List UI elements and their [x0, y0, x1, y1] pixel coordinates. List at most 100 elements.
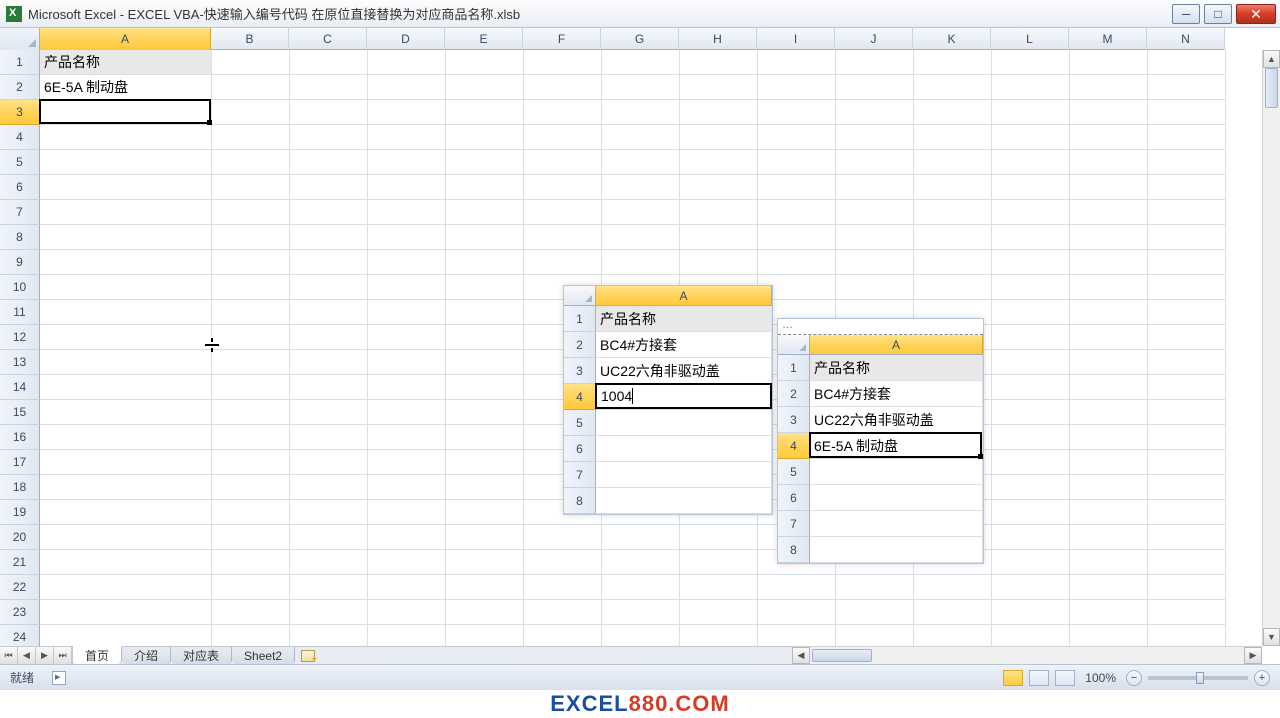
- cell-i2[interactable]: [758, 75, 836, 100]
- cell-m15[interactable]: [1070, 400, 1148, 425]
- cell-b17[interactable]: [212, 450, 290, 475]
- row-header-8[interactable]: 8: [0, 225, 40, 250]
- col-header-f[interactable]: F: [523, 28, 601, 50]
- cell-a8[interactable]: [40, 225, 212, 250]
- mini2-cell-a5[interactable]: [810, 459, 983, 485]
- cell-e5[interactable]: [446, 150, 524, 175]
- mini2-select-all[interactable]: [778, 335, 810, 354]
- row-header-15[interactable]: 15: [0, 400, 40, 425]
- cell-i8[interactable]: [758, 225, 836, 250]
- cell-g8[interactable]: [602, 225, 680, 250]
- cell-l9[interactable]: [992, 250, 1070, 275]
- row-header-6[interactable]: 6: [0, 175, 40, 200]
- cell-g7[interactable]: [602, 200, 680, 225]
- cell-e7[interactable]: [446, 200, 524, 225]
- mini2-row-header-2[interactable]: 2: [778, 381, 810, 407]
- cell-b4[interactable]: [212, 125, 290, 150]
- tab-last-button[interactable]: ⏭: [54, 647, 72, 664]
- col-header-k[interactable]: K: [913, 28, 991, 50]
- cell-n19[interactable]: [1148, 500, 1226, 525]
- cell-a15[interactable]: [40, 400, 212, 425]
- cell-m12[interactable]: [1070, 325, 1148, 350]
- cell-m13[interactable]: [1070, 350, 1148, 375]
- cell-e20[interactable]: [446, 525, 524, 550]
- mini2-cell-a2[interactable]: BC4#方接套: [810, 381, 983, 407]
- cell-d7[interactable]: [368, 200, 446, 225]
- cell-g20[interactable]: [602, 525, 680, 550]
- row-header-23[interactable]: 23: [0, 600, 40, 625]
- cell-n13[interactable]: [1148, 350, 1226, 375]
- cell-h3[interactable]: [680, 100, 758, 125]
- col-header-l[interactable]: L: [991, 28, 1069, 50]
- cell-e16[interactable]: [446, 425, 524, 450]
- cell-d14[interactable]: [368, 375, 446, 400]
- cell-b3[interactable]: [212, 100, 290, 125]
- cell-e1[interactable]: [446, 50, 524, 75]
- mini1-col-header-a[interactable]: A: [596, 286, 772, 305]
- minimize-button[interactable]: ─: [1172, 4, 1200, 24]
- cell-g21[interactable]: [602, 550, 680, 575]
- cell-g1[interactable]: [602, 50, 680, 75]
- cell-f23[interactable]: [524, 600, 602, 625]
- cell-b11[interactable]: [212, 300, 290, 325]
- mini2-row-header-4[interactable]: 4: [778, 433, 810, 459]
- cell-b9[interactable]: [212, 250, 290, 275]
- cell-n7[interactable]: [1148, 200, 1226, 225]
- cell-d5[interactable]: [368, 150, 446, 175]
- cell-m21[interactable]: [1070, 550, 1148, 575]
- row-header-3[interactable]: 3: [0, 100, 40, 125]
- zoom-in-button[interactable]: +: [1254, 670, 1270, 686]
- cell-a3[interactable]: [40, 100, 212, 125]
- cell-n5[interactable]: [1148, 150, 1226, 175]
- cell-k8[interactable]: [914, 225, 992, 250]
- cell-j7[interactable]: [836, 200, 914, 225]
- cell-a19[interactable]: [40, 500, 212, 525]
- cell-b8[interactable]: [212, 225, 290, 250]
- cell-c18[interactable]: [290, 475, 368, 500]
- cell-g22[interactable]: [602, 575, 680, 600]
- cell-a13[interactable]: [40, 350, 212, 375]
- cell-c16[interactable]: [290, 425, 368, 450]
- cell-l21[interactable]: [992, 550, 1070, 575]
- cell-d10[interactable]: [368, 275, 446, 300]
- cell-f7[interactable]: [524, 200, 602, 225]
- cell-f6[interactable]: [524, 175, 602, 200]
- maximize-button[interactable]: □: [1204, 4, 1232, 24]
- cell-c12[interactable]: [290, 325, 368, 350]
- mini1-cell-a5[interactable]: [596, 410, 772, 436]
- cell-l6[interactable]: [992, 175, 1070, 200]
- cell-m2[interactable]: [1070, 75, 1148, 100]
- cell-h22[interactable]: [680, 575, 758, 600]
- cell-b14[interactable]: [212, 375, 290, 400]
- cell-d9[interactable]: [368, 250, 446, 275]
- cell-j8[interactable]: [836, 225, 914, 250]
- tab-next-button[interactable]: ▶: [36, 647, 54, 664]
- cell-c1[interactable]: [290, 50, 368, 75]
- cell-k4[interactable]: [914, 125, 992, 150]
- cell-n17[interactable]: [1148, 450, 1226, 475]
- cell-l18[interactable]: [992, 475, 1070, 500]
- cell-b23[interactable]: [212, 600, 290, 625]
- cell-l17[interactable]: [992, 450, 1070, 475]
- cell-d4[interactable]: [368, 125, 446, 150]
- cell-e10[interactable]: [446, 275, 524, 300]
- mini1-row-header-1[interactable]: 1: [564, 306, 596, 332]
- cell-b16[interactable]: [212, 425, 290, 450]
- scroll-up-button[interactable]: ▲: [1263, 50, 1280, 68]
- mini1-row-header-4[interactable]: 4: [564, 384, 596, 410]
- cell-a22[interactable]: [40, 575, 212, 600]
- mini1-cell-a2[interactable]: BC4#方接套: [596, 332, 772, 358]
- cell-d1[interactable]: [368, 50, 446, 75]
- cell-j23[interactable]: [836, 600, 914, 625]
- mini1-edit-box[interactable]: 1004: [595, 383, 772, 409]
- horizontal-scrollbar[interactable]: ◀ ▶: [792, 646, 1262, 664]
- cell-n3[interactable]: [1148, 100, 1226, 125]
- cell-m11[interactable]: [1070, 300, 1148, 325]
- cell-g9[interactable]: [602, 250, 680, 275]
- cell-n14[interactable]: [1148, 375, 1226, 400]
- row-header-13[interactable]: 13: [0, 350, 40, 375]
- cell-l15[interactable]: [992, 400, 1070, 425]
- cell-e3[interactable]: [446, 100, 524, 125]
- cell-a2[interactable]: 6E-5A 制动盘: [40, 75, 212, 100]
- hscroll-thumb[interactable]: [812, 649, 872, 662]
